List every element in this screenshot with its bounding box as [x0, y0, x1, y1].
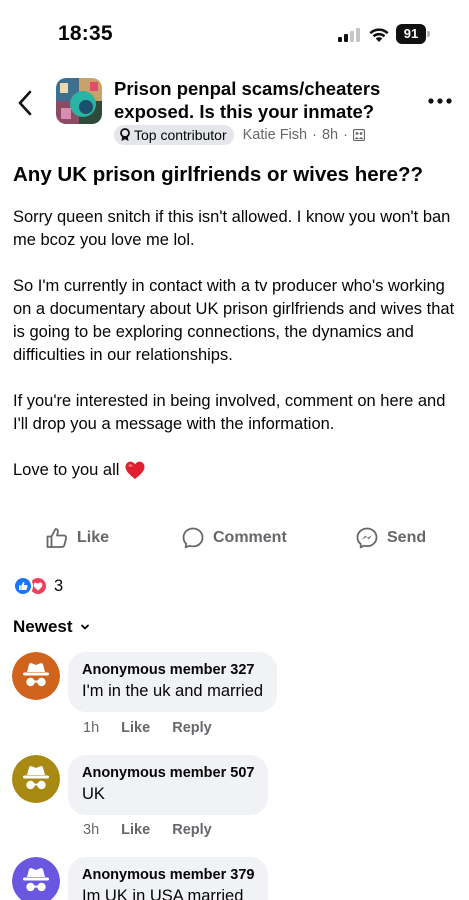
- like-reaction-icon: [13, 576, 33, 596]
- post-paragraph: Sorry queen snitch if this isn't allowed…: [13, 208, 451, 249]
- post-body: Sorry queen snitch if this isn't allowed…: [13, 206, 458, 505]
- comment-author[interactable]: Anonymous member 379: [82, 866, 254, 885]
- comment-time[interactable]: 1h: [83, 720, 99, 736]
- top-contributor-badge[interactable]: Top contributor: [114, 125, 234, 145]
- wifi-icon: [369, 28, 389, 42]
- badge-label: Top contributor: [134, 127, 227, 143]
- comment-button[interactable]: Comment: [181, 524, 287, 552]
- group-collage-image: [56, 78, 102, 124]
- comment-meta: 3h Like Reply: [83, 822, 212, 838]
- send-label: Send: [387, 529, 427, 546]
- cellular-signal-icon: [338, 28, 360, 42]
- comment-bubble-icon: [182, 527, 204, 549]
- comment-author[interactable]: Anonymous member 327: [82, 661, 263, 680]
- comment-sort-dropdown[interactable]: Newest: [13, 617, 90, 637]
- status-time: 18:35: [58, 22, 113, 45]
- comment-text: Im UK in USA married: [82, 887, 244, 900]
- more-options-icon[interactable]: [427, 97, 453, 105]
- post-paragraph-closing: Love to you all: [13, 459, 458, 482]
- red-heart-emoji-icon: [125, 461, 145, 479]
- meta-separator: ·: [312, 127, 317, 143]
- battery-indicator: 91: [396, 24, 430, 44]
- post-actions: Like Comment Send: [0, 524, 469, 552]
- like-label: Like: [77, 529, 110, 546]
- anonymous-avatar-icon[interactable]: [12, 755, 60, 803]
- comment-reply-button[interactable]: Reply: [172, 822, 212, 838]
- messenger-icon: [356, 527, 378, 549]
- comment-time[interactable]: 3h: [83, 822, 99, 838]
- post-header: Prison penpal scams/cheaters exposed. Is…: [0, 64, 469, 150]
- meta-separator: ·: [343, 127, 348, 143]
- comment-text: UK: [82, 785, 105, 803]
- post-title: Any UK prison girlfriends or wives here?…: [13, 163, 424, 186]
- anonymous-avatar-icon[interactable]: [12, 652, 60, 700]
- comment-like-button[interactable]: Like: [121, 822, 150, 838]
- reaction-summary[interactable]: 3: [13, 575, 63, 597]
- comment-meta: 1h Like Reply: [83, 720, 212, 736]
- post-paragraph: If you're interested in being involved, …: [13, 392, 446, 433]
- comment-label: Comment: [213, 529, 287, 546]
- reaction-count: 3: [54, 576, 64, 595]
- anonymous-avatar-icon[interactable]: [12, 857, 60, 900]
- comment-text: I'm in the uk and married: [82, 682, 264, 700]
- back-arrow-icon[interactable]: [14, 88, 38, 118]
- post-author[interactable]: Katie Fish: [243, 127, 307, 143]
- group-icon: [352, 129, 365, 141]
- chevron-down-icon: [80, 624, 89, 630]
- battery-tip: [427, 31, 430, 37]
- thumbs-up-icon: [46, 528, 68, 548]
- comment-reply-button[interactable]: Reply: [172, 720, 212, 736]
- badge-icon: [120, 128, 130, 141]
- comment-like-button[interactable]: Like: [121, 720, 150, 736]
- status-bar: 18:35 91: [0, 0, 469, 64]
- comment-bubble[interactable]: Anonymous member 327 I'm in the uk and m…: [68, 652, 278, 712]
- group-name[interactable]: Prison penpal scams/cheaters exposed. Is…: [114, 77, 404, 123]
- like-button[interactable]: Like: [45, 524, 109, 552]
- post-meta: Top contributor Katie Fish · 8h ·: [114, 124, 365, 146]
- comment-bubble[interactable]: Anonymous member 379 Im UK in USA marrie…: [68, 857, 269, 900]
- comment-author[interactable]: Anonymous member 507: [82, 764, 254, 783]
- comment-bubble[interactable]: Anonymous member 507 UK: [68, 755, 269, 815]
- group-avatar[interactable]: [56, 78, 102, 124]
- post-paragraph: Love to you all: [13, 461, 120, 479]
- battery-level: 91: [396, 24, 426, 44]
- sort-label: Newest: [13, 617, 73, 636]
- post-paragraph: So I'm currently in contact with a tv pr…: [13, 277, 455, 364]
- post-time[interactable]: 8h: [322, 127, 338, 143]
- send-button[interactable]: Send: [355, 524, 426, 552]
